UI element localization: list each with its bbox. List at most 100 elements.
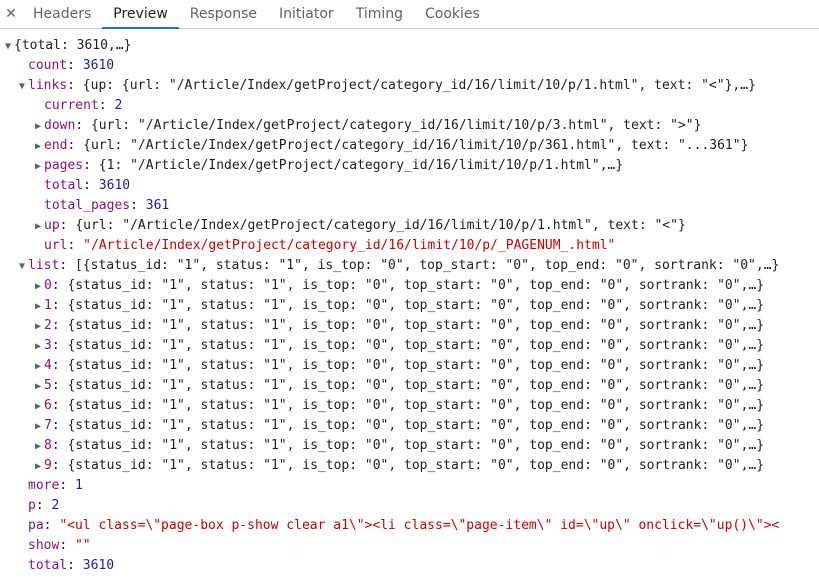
list-item[interactable]: ▶ 2: {status_id: "1", status: "1", is_top…	[0, 316, 819, 336]
list-item[interactable]: ▶ 0: {status_id: "1", status: "1", is_top…	[0, 276, 819, 296]
list-item[interactable]: ▶ 6: {status_id: "1", status: "1", is_top…	[0, 396, 819, 416]
tree-preview: {status_id: "1", status: "1", is_top: "0…	[67, 278, 765, 293]
tree-row-total: total: 3610	[28, 558, 115, 573]
tree-key: down	[44, 118, 76, 133]
expanded-triangle-icon[interactable]: ▼	[16, 257, 28, 276]
tab-timing[interactable]: Timing	[345, 0, 414, 28]
tree-preview: {status_id: "1", status: "1", is_top: "0…	[67, 438, 765, 453]
list-item[interactable]: ▶ 1: {status_id: "1", status: "1", is_top…	[0, 296, 819, 316]
list-item[interactable]: ▶ 9: {status_id: "1", status: "1", is_top…	[0, 456, 819, 476]
collapsed-triangle-icon[interactable]: ▶	[32, 357, 44, 376]
tree-preview: {status_id: "1", status: "1", is_top: "0…	[67, 318, 765, 333]
tree-key: current	[44, 98, 99, 113]
tree-preview: [{status_id: "1", status: "1", is_top: "…	[74, 258, 780, 273]
tree-value: "/Article/Index/getProject/category_id/1…	[83, 238, 616, 253]
tree-value: 3610	[98, 178, 131, 193]
close-icon[interactable]: ✕	[0, 0, 22, 28]
tree-row-links-total: total: 3610	[44, 178, 131, 193]
tree-preview: {status_id: "1", status: "1", is_top: "0…	[67, 358, 765, 373]
tree-row-links-up[interactable]: ▶ up: {url: "/Article/Index/getProject/ca…	[0, 216, 819, 236]
tab-initiator[interactable]: Initiator	[268, 0, 345, 28]
tree-value: 3610	[82, 558, 115, 573]
tree-key: total_pages	[44, 198, 131, 213]
tab-headers[interactable]: Headers	[22, 0, 102, 28]
collapsed-triangle-icon[interactable]: ▶	[32, 277, 44, 296]
tree-preview: {status_id: "1", status: "1", is_top: "0…	[67, 418, 765, 433]
tree-row-links-current: current: 2	[44, 98, 123, 113]
tree-row-links[interactable]: ▼ links: {up: {url: "/Article/Index/getPr…	[0, 76, 819, 96]
tab-response[interactable]: Response	[179, 0, 268, 28]
tree-key: show	[28, 538, 60, 553]
tree-key: more	[28, 478, 60, 493]
tree-preview: {status_id: "1", status: "1", is_top: "0…	[67, 458, 765, 473]
collapsed-triangle-icon[interactable]: ▶	[32, 457, 44, 476]
collapsed-triangle-icon[interactable]: ▶	[32, 397, 44, 416]
root-preview: {total: 3610,…}	[14, 38, 132, 53]
tree-key: url	[44, 238, 68, 253]
collapsed-triangle-icon[interactable]: ▶	[32, 377, 44, 396]
tree-row-list[interactable]: ▼ list: [{status_id: "1", status: "1", is…	[0, 256, 819, 276]
collapsed-triangle-icon[interactable]: ▶	[32, 337, 44, 356]
list-item[interactable]: ▶ 5: {status_id: "1", status: "1", is_top…	[0, 376, 819, 396]
tab-preview[interactable]: Preview	[102, 0, 179, 29]
tree-key: pages	[44, 158, 84, 173]
tree-preview: {up: {url: "/Article/Index/getProject/ca…	[82, 78, 756, 93]
tree-key: links	[28, 78, 68, 93]
tree-value: 2	[51, 498, 60, 513]
tree-root-row[interactable]: ▼ {total: 3610,…}	[0, 36, 819, 56]
collapsed-triangle-icon[interactable]: ▶	[32, 217, 44, 236]
expanded-triangle-icon[interactable]: ▼	[2, 37, 14, 56]
tree-key: total	[28, 558, 68, 573]
tree-key: 4	[44, 358, 52, 373]
tree-row-more: more: 1	[28, 478, 83, 493]
list-item[interactable]: ▶ 8: {status_id: "1", status: "1", is_top…	[0, 436, 819, 456]
json-preview-tree: ▼ {total: 3610,…} count: 3610 ▼ links: {up…	[0, 36, 819, 576]
tree-key: 8	[44, 438, 52, 453]
collapsed-triangle-icon[interactable]: ▶	[32, 117, 44, 136]
tree-key: list	[28, 258, 60, 273]
tree-key: 2	[44, 318, 52, 333]
collapsed-triangle-icon[interactable]: ▶	[32, 317, 44, 336]
tree-row-p: p: 2	[28, 498, 60, 513]
tree-preview: {url: "/Article/Index/getProject/categor…	[83, 138, 749, 153]
collapsed-triangle-icon[interactable]: ▶	[32, 297, 44, 316]
tree-key: end	[44, 138, 68, 153]
list-item[interactable]: ▶ 3: {status_id: "1", status: "1", is_top…	[0, 336, 819, 356]
tree-row-count: count: 3610	[28, 58, 115, 73]
tree-key: 5	[44, 378, 52, 393]
tree-key: 7	[44, 418, 52, 433]
tree-key: 9	[44, 458, 52, 473]
tree-row-links-pages[interactable]: ▶ pages: {1: "/Article/Index/getProject/c…	[0, 156, 819, 176]
tree-key: total	[44, 178, 84, 193]
tree-key: 3	[44, 338, 52, 353]
list-item[interactable]: ▶ 4: {status_id: "1", status: "1", is_top…	[0, 356, 819, 376]
tree-row-show: show: ""	[28, 538, 91, 553]
tree-row-links-url: url: "/Article/Index/getProject/category…	[44, 238, 616, 253]
tree-preview: {status_id: "1", status: "1", is_top: "0…	[67, 338, 765, 353]
tree-row-links-end[interactable]: ▶ end: {url: "/Article/Index/getProject/c…	[0, 136, 819, 156]
collapsed-triangle-icon[interactable]: ▶	[32, 157, 44, 176]
tree-row-links-total-pages: total_pages: 361	[44, 198, 170, 213]
expanded-triangle-icon[interactable]: ▼	[16, 77, 28, 96]
tree-preview: {url: "/Article/Index/getProject/categor…	[75, 218, 686, 233]
tree-value: 1	[74, 478, 83, 493]
tree-key: 1	[44, 298, 52, 313]
tree-value: 2	[114, 98, 123, 113]
tree-key: 0	[44, 278, 52, 293]
devtools-tab-bar: ✕ Headers Preview Response Initiator Tim…	[0, 0, 819, 29]
tree-value: 3610	[82, 58, 115, 73]
collapsed-triangle-icon[interactable]: ▶	[32, 137, 44, 156]
tree-preview: {1: "/Article/Index/getProject/category_…	[98, 158, 624, 173]
tree-value: 361	[145, 198, 170, 213]
tree-preview: {url: "/Article/Index/getProject/categor…	[90, 118, 702, 133]
list-item[interactable]: ▶ 7: {status_id: "1", status: "1", is_top…	[0, 416, 819, 436]
tab-cookies[interactable]: Cookies	[414, 0, 491, 28]
tree-value: "<ul class=\"page-box p-show clear a1\">…	[59, 518, 780, 533]
tree-row-pa: pa: "<ul class=\"page-box p-show clear a…	[28, 518, 780, 533]
tree-preview: {status_id: "1", status: "1", is_top: "0…	[67, 298, 765, 313]
tree-row-links-down[interactable]: ▶ down: {url: "/Article/Index/getProject/…	[0, 116, 819, 136]
tree-key: count	[28, 58, 68, 73]
tree-key: up	[44, 218, 60, 233]
collapsed-triangle-icon[interactable]: ▶	[32, 417, 44, 436]
collapsed-triangle-icon[interactable]: ▶	[32, 437, 44, 456]
